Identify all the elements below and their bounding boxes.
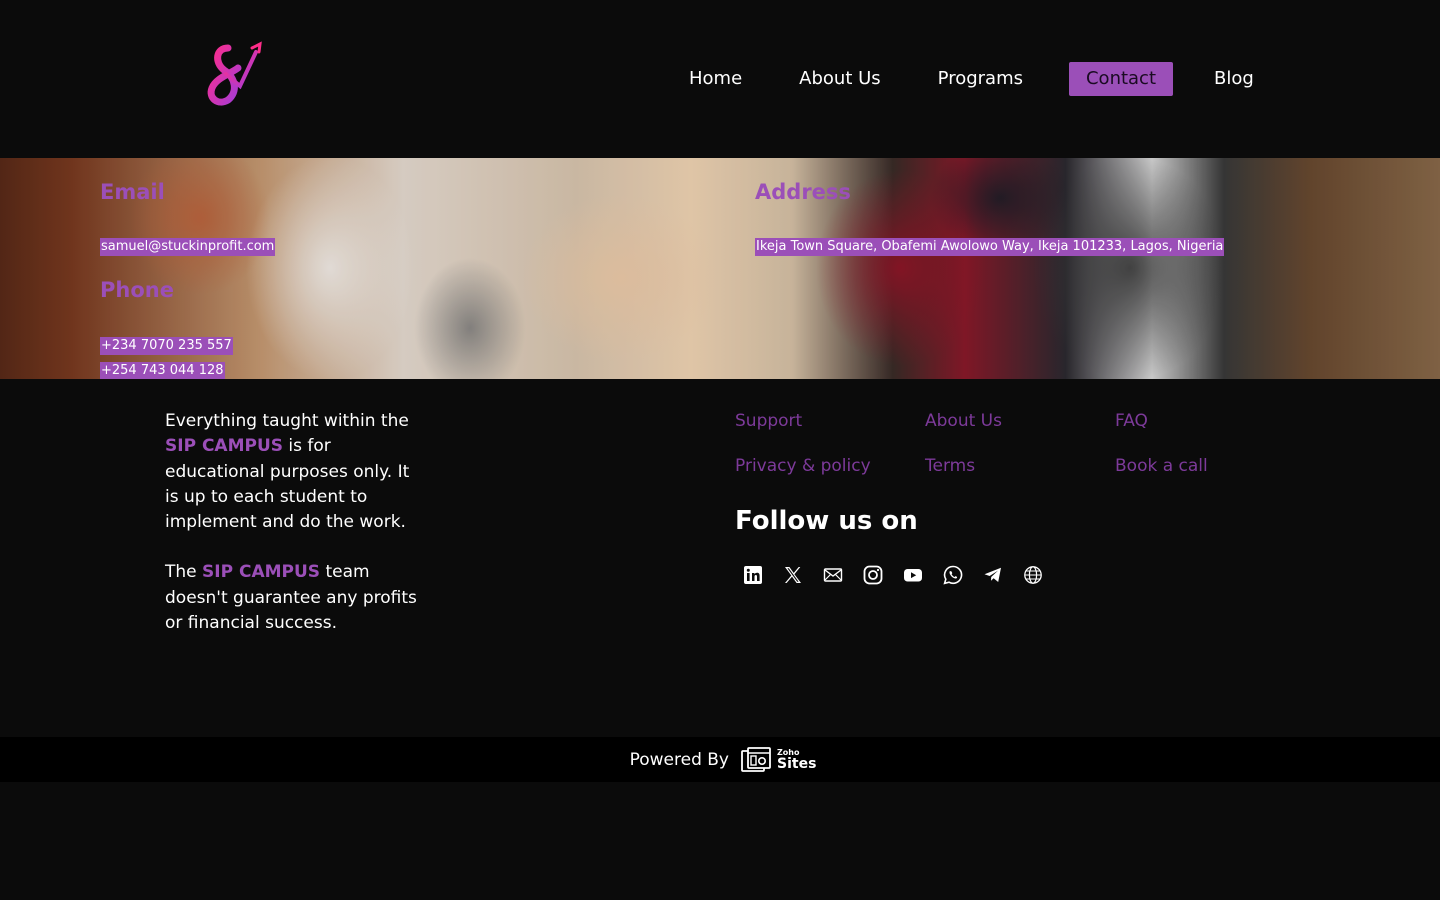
social-icons <box>743 565 1043 585</box>
footer-link-faq[interactable]: FAQ <box>1115 409 1295 434</box>
powered-by-label: Powered By <box>629 749 729 770</box>
whatsapp-icon[interactable] <box>943 565 963 585</box>
nav-about-us[interactable]: About Us <box>782 62 898 96</box>
email-heading: Email <box>100 180 165 204</box>
nav-home[interactable]: Home <box>672 62 759 96</box>
footer-links: Support About Us FAQ Privacy & policy Te… <box>735 409 1295 479</box>
address-heading: Address <box>755 180 851 204</box>
address-value-block: Ikeja Town Square, Obafemi Awolowo Way, … <box>755 235 1225 256</box>
disclaimer-paragraph-1: Everything taught within the SIP CAMPUS … <box>165 411 410 533</box>
site-footer: Everything taught within the SIP CAMPUS … <box>0 379 1440 737</box>
address-value: Ikeja Town Square, Obafemi Awolowo Way, … <box>755 238 1225 256</box>
footer-link-privacy[interactable]: Privacy & policy <box>735 454 925 479</box>
sip-campus-logo-icon[interactable] <box>204 40 264 110</box>
page-bottom <box>0 782 1440 900</box>
footer-link-about-us[interactable]: About Us <box>925 409 1115 434</box>
phone-value[interactable]: +254 743 044 128 <box>100 362 225 379</box>
nav-blog[interactable]: Blog <box>1197 62 1271 96</box>
phone-value-block-1: +234 7070 235 557 <box>100 334 233 355</box>
phone-value[interactable]: +234 7070 235 557 <box>100 337 233 355</box>
disclaimer-paragraph-2: The SIP CAMPUS team doesn't guarantee an… <box>165 562 417 634</box>
youtube-icon[interactable] <box>903 565 923 585</box>
email-value-block: samuel@stuckinprofit.com <box>100 235 276 256</box>
footer-link-terms[interactable]: Terms <box>925 454 1115 479</box>
nav-contact[interactable]: Contact <box>1068 62 1174 96</box>
main-nav: Home About Us Programs Contact Blog <box>672 62 1271 96</box>
instagram-icon[interactable] <box>863 565 883 585</box>
brand-highlight: SIP CAMPUS <box>202 562 321 583</box>
nav-programs[interactable]: Programs <box>921 62 1040 96</box>
zoho-sites-badge[interactable]: Zoho Sites <box>741 746 816 774</box>
address-block: Address <box>755 180 851 204</box>
linkedin-icon[interactable] <box>743 565 763 585</box>
phone-value-block-2: +254 743 044 128 <box>100 359 225 379</box>
disclaimer: Everything taught within the SIP CAMPUS … <box>165 409 425 661</box>
telegram-icon[interactable] <box>983 565 1003 585</box>
footer-link-book-call[interactable]: Book a call <box>1115 454 1295 479</box>
contact-hero: Email samuel@stuckinprofit.com Phone +23… <box>0 158 1440 379</box>
zoho-sites-icon <box>741 746 771 772</box>
site-header: Home About Us Programs Contact Blog <box>0 0 1440 158</box>
brand-highlight: SIP CAMPUS <box>165 436 284 457</box>
zoho-sites-wordmark: Zoho Sites <box>777 747 817 772</box>
email-value[interactable]: samuel@stuckinprofit.com <box>100 238 276 256</box>
follow-heading: Follow us on <box>735 506 918 536</box>
footer-link-support[interactable]: Support <box>735 409 925 434</box>
phone-heading: Phone <box>100 278 174 302</box>
powered-by-bar: Powered By Zoho Sites <box>0 737 1440 782</box>
phone-block: Phone <box>100 278 174 302</box>
email-block: Email <box>100 180 165 204</box>
globe-icon[interactable] <box>1023 565 1043 585</box>
x-icon[interactable] <box>783 565 803 585</box>
email-icon[interactable] <box>823 565 843 585</box>
